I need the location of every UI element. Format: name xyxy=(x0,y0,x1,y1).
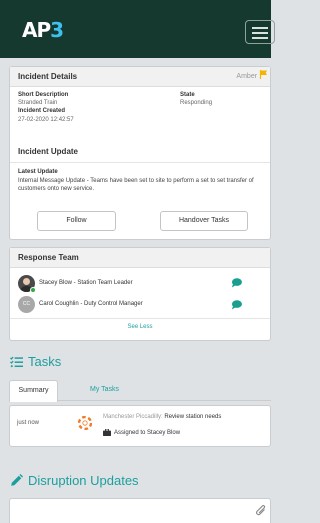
top-bar: AP3 xyxy=(0,0,275,58)
lifebuoy-icon xyxy=(78,416,92,430)
task-time: just now xyxy=(17,420,40,426)
state-value: Responding xyxy=(180,100,213,106)
follow-button[interactable]: Follow xyxy=(37,211,116,231)
tasks-title-label: Tasks xyxy=(28,354,62,369)
task-assignee: Assigned to Stacey Blow xyxy=(103,429,180,436)
severity-label: Amber xyxy=(236,73,258,80)
disruption-updates-title: Disruption Updates xyxy=(10,473,139,488)
team-member-name: Stacey Blow - Station Team Leader xyxy=(39,280,133,286)
chat-icon[interactable] xyxy=(231,300,242,310)
team-member-row[interactable]: Stacey Blow - Station Team Leader xyxy=(18,275,268,293)
short-description-value: Stranded Train xyxy=(18,100,58,106)
menu-line xyxy=(252,27,268,29)
latest-update-text: Internal Message Update - Teams have bee… xyxy=(18,178,254,192)
avatar-face xyxy=(23,278,30,285)
disruption-title-label: Disruption Updates xyxy=(28,473,139,488)
avatar-initials: CC xyxy=(22,301,31,307)
task-list-card: just now Manchester Piccadilly: Review s… xyxy=(9,405,271,447)
short-description-label: Short Description xyxy=(18,92,69,98)
task-list-item[interactable]: just now Manchester Piccadilly: Review s… xyxy=(10,406,270,446)
response-team-card: Response Team Stacey Blow - Station Team… xyxy=(9,247,271,341)
latest-update-label: Latest Update xyxy=(18,169,58,175)
response-team-header: Response Team xyxy=(10,248,270,268)
pencil-icon xyxy=(11,474,23,486)
menu-line xyxy=(252,37,268,39)
incident-created-label: Incident Created xyxy=(18,108,66,114)
see-less-link[interactable]: See Less xyxy=(10,324,270,330)
disruption-updates-card xyxy=(9,498,271,523)
tasks-section-title: Tasks xyxy=(10,354,61,369)
divider xyxy=(10,162,270,163)
team-member-row[interactable]: CC Carol Coughlin - Duty Control Manager xyxy=(18,296,268,314)
presence-dot xyxy=(30,287,36,293)
severity-badge: Amber xyxy=(236,67,268,87)
briefcase-icon xyxy=(103,429,111,436)
task-description: Manchester Piccadilly: Review station ne… xyxy=(103,414,268,420)
task-location: Manchester Piccadilly: xyxy=(103,414,165,420)
incident-update-title: Incident Update xyxy=(18,147,79,156)
hamburger-menu-button[interactable] xyxy=(245,20,275,44)
team-member-name: Carol Coughlin - Duty Control Manager xyxy=(39,301,143,307)
avatar: CC xyxy=(18,296,35,313)
flag-icon xyxy=(259,70,268,79)
logo-prefix: AP xyxy=(22,18,51,42)
incident-details-header: Incident Details Amber xyxy=(10,67,270,87)
task-name: Review station needs xyxy=(164,414,222,420)
task-assigned-label: Assigned to Stacey Blow xyxy=(114,429,181,436)
state-label: State xyxy=(180,92,195,98)
task-list-icon xyxy=(10,356,23,367)
handover-tasks-button[interactable]: Handover Tasks xyxy=(160,211,248,231)
ap3-logo[interactable]: AP3 xyxy=(22,18,64,42)
incident-card: Incident Details Amber Short Description… xyxy=(9,66,271,240)
chat-icon[interactable] xyxy=(231,278,242,288)
tab-my-tasks[interactable]: My Tasks xyxy=(90,380,119,400)
menu-line xyxy=(252,32,268,34)
logo-suffix: 3 xyxy=(50,18,64,42)
paperclip-icon[interactable] xyxy=(255,504,267,518)
divider xyxy=(10,318,270,319)
incident-created-value: 27-02-2020 12:42:57 xyxy=(18,117,74,123)
tab-summary[interactable]: Summary xyxy=(9,380,58,402)
tasks-tab-bar: Summary My Tasks xyxy=(9,380,271,402)
incident-details-title: Incident Details xyxy=(18,72,78,81)
